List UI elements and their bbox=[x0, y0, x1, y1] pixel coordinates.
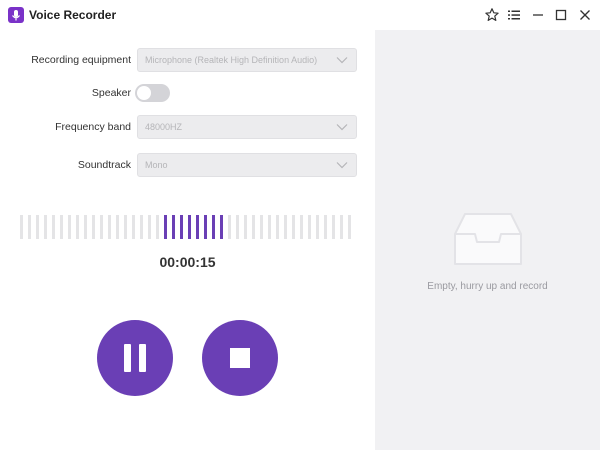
waveform-bar bbox=[164, 215, 167, 239]
waveform-bar bbox=[332, 215, 335, 239]
waveform-bar bbox=[316, 215, 319, 239]
waveform-bar bbox=[260, 215, 263, 239]
waveform-bar bbox=[252, 215, 255, 239]
waveform-bar bbox=[236, 215, 239, 239]
waveform-bar bbox=[292, 215, 295, 239]
waveform-bar bbox=[244, 215, 247, 239]
soundtrack-value: Mono bbox=[145, 160, 168, 170]
recordings-panel: Empty, hurry up and record bbox=[375, 30, 600, 450]
empty-inbox-icon bbox=[454, 213, 522, 265]
waveform-bar bbox=[108, 215, 111, 239]
recorder-panel: Recording equipment Microphone (Realtek … bbox=[0, 30, 375, 450]
waveform-bar bbox=[68, 215, 71, 239]
waveform-bar bbox=[348, 215, 351, 239]
waveform-bar bbox=[140, 215, 143, 239]
recording-equipment-select[interactable]: Microphone (Realtek High Definition Audi… bbox=[137, 48, 357, 72]
waveform-bar bbox=[228, 215, 231, 239]
waveform-bar bbox=[180, 215, 183, 239]
waveform-bar bbox=[204, 215, 207, 239]
frequency-band-select[interactable]: 48000HZ bbox=[137, 115, 357, 139]
soundtrack-select[interactable]: Mono bbox=[137, 153, 357, 177]
menu-list-icon[interactable] bbox=[506, 7, 522, 23]
stop-button[interactable] bbox=[202, 320, 278, 396]
waveform-bar bbox=[20, 215, 23, 239]
window-title: Voice Recorder bbox=[29, 8, 117, 22]
waveform-bar bbox=[268, 215, 271, 239]
waveform-bar bbox=[188, 215, 191, 239]
waveform-bar bbox=[220, 215, 223, 239]
minimize-icon[interactable] bbox=[530, 7, 546, 23]
waveform-bar bbox=[276, 215, 279, 239]
waveform-bar bbox=[28, 215, 31, 239]
maximize-icon[interactable] bbox=[553, 7, 569, 23]
recording-equipment-value: Microphone (Realtek High Definition Audi… bbox=[145, 55, 318, 65]
waveform-bar bbox=[212, 215, 215, 239]
waveform-bar bbox=[44, 215, 47, 239]
speaker-label: Speaker bbox=[91, 87, 131, 99]
waveform-bar bbox=[116, 215, 119, 239]
toggle-knob bbox=[137, 86, 151, 100]
waveform-bar bbox=[196, 215, 199, 239]
title-bar: Voice Recorder bbox=[0, 0, 600, 30]
waveform-bar bbox=[92, 215, 95, 239]
waveform-bar bbox=[132, 215, 135, 239]
waveform-bar bbox=[52, 215, 55, 239]
waveform-bar bbox=[324, 215, 327, 239]
pause-icon bbox=[124, 344, 146, 372]
waveform-bar bbox=[60, 215, 63, 239]
frequency-band-label: Frequency band bbox=[55, 121, 131, 133]
recording-equipment-label: Recording equipment bbox=[31, 54, 131, 66]
waveform-bar bbox=[76, 215, 79, 239]
waveform-bar bbox=[36, 215, 39, 239]
waveform-bar bbox=[300, 215, 303, 239]
waveform-bar bbox=[308, 215, 311, 239]
chevron-down-icon bbox=[336, 162, 348, 169]
chevron-down-icon bbox=[336, 124, 348, 131]
microphone-icon bbox=[8, 7, 24, 23]
waveform-bar bbox=[100, 215, 103, 239]
speaker-toggle[interactable] bbox=[135, 84, 170, 102]
waveform-bar bbox=[156, 215, 159, 239]
frequency-band-value: 48000HZ bbox=[145, 122, 183, 132]
star-icon[interactable] bbox=[484, 7, 500, 23]
close-icon[interactable] bbox=[577, 7, 593, 23]
soundtrack-label: Soundtrack bbox=[77, 159, 131, 171]
waveform-bar bbox=[148, 215, 151, 239]
recording-timer: 00:00:15 bbox=[159, 254, 216, 270]
waveform-bar bbox=[340, 215, 343, 239]
empty-state-message: Empty, hurry up and record bbox=[427, 281, 548, 292]
waveform-bar bbox=[84, 215, 87, 239]
waveform-bar bbox=[172, 215, 175, 239]
chevron-down-icon bbox=[336, 57, 348, 64]
waveform-bar bbox=[284, 215, 287, 239]
pause-button[interactable] bbox=[97, 320, 173, 396]
audio-waveform bbox=[20, 215, 356, 239]
stop-icon bbox=[230, 348, 250, 368]
waveform-bar bbox=[124, 215, 127, 239]
